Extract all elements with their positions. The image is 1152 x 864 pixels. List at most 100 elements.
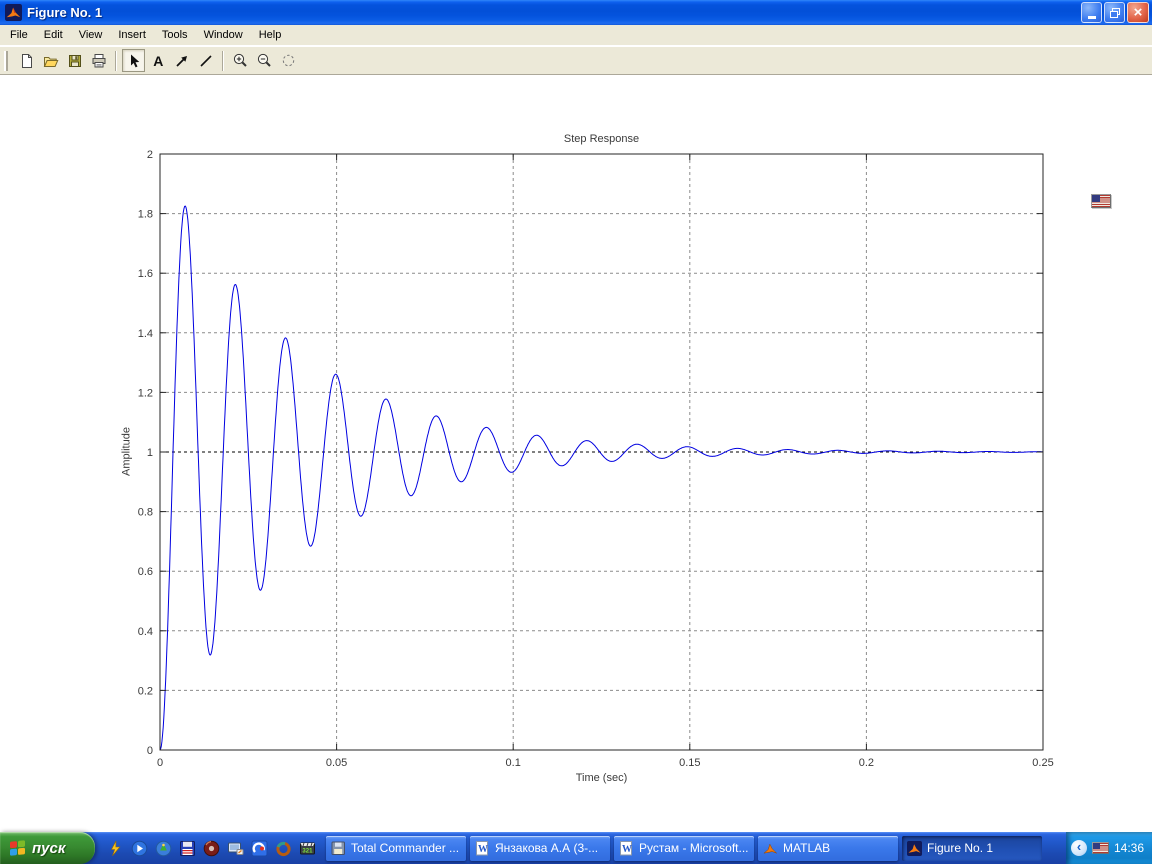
quick-launch-floppy-icon[interactable] — [179, 840, 196, 857]
word-icon: W — [619, 840, 634, 856]
language-flag-indicator[interactable] — [1091, 194, 1111, 208]
menu-item-edit[interactable]: Edit — [36, 26, 71, 44]
quick-launch-media-player-icon[interactable] — [131, 840, 148, 857]
menu-item-view[interactable]: View — [71, 26, 111, 44]
restore-button[interactable] — [1104, 2, 1125, 23]
svg-text:0.15: 0.15 — [679, 757, 700, 769]
close-icon: × — [1133, 4, 1143, 21]
open-file-button[interactable] — [39, 49, 62, 72]
insert-text-button[interactable]: A — [146, 49, 169, 72]
svg-text:1.8: 1.8 — [138, 209, 153, 221]
zoom-out-icon — [257, 53, 271, 67]
quick-launch-show-desktop-icon[interactable] — [227, 840, 244, 857]
quick-launch-clapperboard-icon[interactable]: 321 — [299, 840, 316, 857]
task-label: MATLAB — [783, 841, 831, 855]
tray-language-flag-icon[interactable] — [1092, 842, 1109, 854]
select-arrow-icon — [130, 54, 139, 67]
svg-text:0.25: 0.25 — [1032, 757, 1053, 769]
menu-item-file[interactable]: File — [2, 26, 36, 44]
insert-arrow-icon — [175, 55, 187, 67]
svg-text:W: W — [622, 844, 632, 855]
start-button[interactable]: пуск — [0, 832, 95, 864]
matlab-figure-icon — [5, 4, 22, 21]
svg-text:0.1: 0.1 — [506, 757, 521, 769]
word-icon: W — [475, 840, 490, 856]
toolbar-separator — [115, 50, 117, 71]
quick-launch-bar: 321 — [95, 840, 326, 857]
menu-item-insert[interactable]: Insert — [110, 26, 154, 44]
tray-chevron-button[interactable]: ‹ — [1071, 840, 1087, 856]
svg-text:0.05: 0.05 — [326, 757, 347, 769]
quick-launch-globe-icon[interactable] — [155, 840, 172, 857]
taskbar-task-рустам-microsoft-[interactable]: W Рустам - Microsoft... — [614, 835, 754, 861]
svg-text:1.4: 1.4 — [138, 328, 153, 340]
quick-launch-winamp-icon[interactable] — [107, 840, 124, 857]
quick-launch-ring-icon[interactable] — [275, 840, 292, 857]
quick-launch-disc-icon[interactable] — [203, 840, 220, 857]
svg-text:0.2: 0.2 — [859, 757, 874, 769]
step-response-plot[interactable]: 0 0.05 0.1 0.15 0.2 0.25 0 0.2 0.4 0.6 0.8 1 1.2 1.4 1… — [0, 75, 1152, 832]
menu-bar: File Edit View Insert Tools Window Help — [0, 25, 1152, 46]
quick-launch-swirl-icon[interactable] — [251, 840, 268, 857]
close-button[interactable]: × — [1127, 2, 1149, 23]
menu-item-tools[interactable]: Tools — [154, 26, 196, 44]
select-arrow-button[interactable] — [122, 49, 145, 72]
svg-text:1.6: 1.6 — [138, 268, 153, 280]
svg-text:W: W — [478, 844, 488, 855]
taskbar: пуск 321 Total Commander ... W Янзакова А.… — [0, 832, 1152, 864]
new-figure-icon — [21, 53, 32, 68]
restore-icon — [1109, 7, 1120, 18]
task-label: Рустам - Microsoft... — [639, 841, 749, 855]
insert-line-button[interactable] — [194, 49, 217, 72]
menu-item-help[interactable]: Help — [251, 26, 290, 44]
insert-line-icon — [199, 54, 212, 67]
svg-text:0: 0 — [157, 757, 163, 769]
svg-text:2: 2 — [147, 149, 153, 161]
svg-text:0: 0 — [147, 745, 153, 757]
zoom-in-button[interactable] — [229, 49, 252, 72]
svg-text:1.2: 1.2 — [138, 387, 153, 399]
new-figure-button[interactable] — [15, 49, 38, 72]
zoom-in-icon — [233, 53, 247, 67]
rotate-3d-icon — [282, 54, 295, 67]
save-figure-button[interactable] — [63, 49, 86, 72]
matlab-figure-icon — [907, 840, 922, 856]
task-label: Total Commander ... — [351, 841, 460, 855]
menu-item-window[interactable]: Window — [196, 26, 251, 44]
x-axis-label: Time (sec) — [575, 772, 628, 784]
title-bar[interactable]: Figure No. 1 × — [0, 0, 1152, 25]
svg-text:1: 1 — [147, 447, 153, 459]
taskbar-task-figure-no-1[interactable]: Figure No. 1 — [902, 835, 1042, 861]
window-controls: × — [1081, 2, 1149, 23]
total-commander-icon — [331, 841, 346, 856]
taskbar-task-matlab[interactable]: MATLAB — [758, 835, 898, 861]
windows-logo-icon — [8, 839, 27, 858]
svg-text:0.2: 0.2 — [138, 685, 153, 697]
insert-arrow-button[interactable] — [170, 49, 193, 72]
toolbar-separator — [222, 50, 224, 71]
taskbar-task-total-commander-[interactable]: Total Commander ... — [326, 835, 466, 861]
taskbar-clock[interactable]: 14:36 — [1114, 841, 1144, 855]
toolbar-grip-handle[interactable] — [4, 50, 8, 71]
task-label: Figure No. 1 — [927, 841, 994, 855]
zoom-out-button[interactable] — [253, 49, 276, 72]
svg-text:0.8: 0.8 — [138, 507, 153, 519]
start-button-label: пуск — [32, 839, 66, 857]
minimize-button[interactable] — [1081, 2, 1102, 23]
window-title: Figure No. 1 — [27, 5, 103, 20]
toolbar: A — [0, 47, 1152, 75]
plot-title: Step Response — [563, 133, 640, 145]
svg-text:0.6: 0.6 — [138, 566, 153, 578]
print-figure-button[interactable] — [87, 49, 110, 72]
open-file-icon — [43, 56, 58, 67]
svg-text:A: A — [153, 53, 163, 69]
print-figure-icon — [92, 53, 105, 67]
minimize-icon — [1087, 15, 1096, 19]
svg-text:0.4: 0.4 — [138, 626, 153, 638]
save-figure-icon — [68, 54, 81, 67]
svg-text:321: 321 — [302, 848, 313, 854]
rotate-3d-button[interactable] — [277, 49, 300, 72]
taskbar-task-янзакова-а-а-3-[interactable]: W Янзакова А.А (3-... — [470, 835, 610, 861]
system-tray: ‹ 14:36 — [1066, 832, 1152, 864]
insert-text-icon: A — [153, 53, 163, 69]
